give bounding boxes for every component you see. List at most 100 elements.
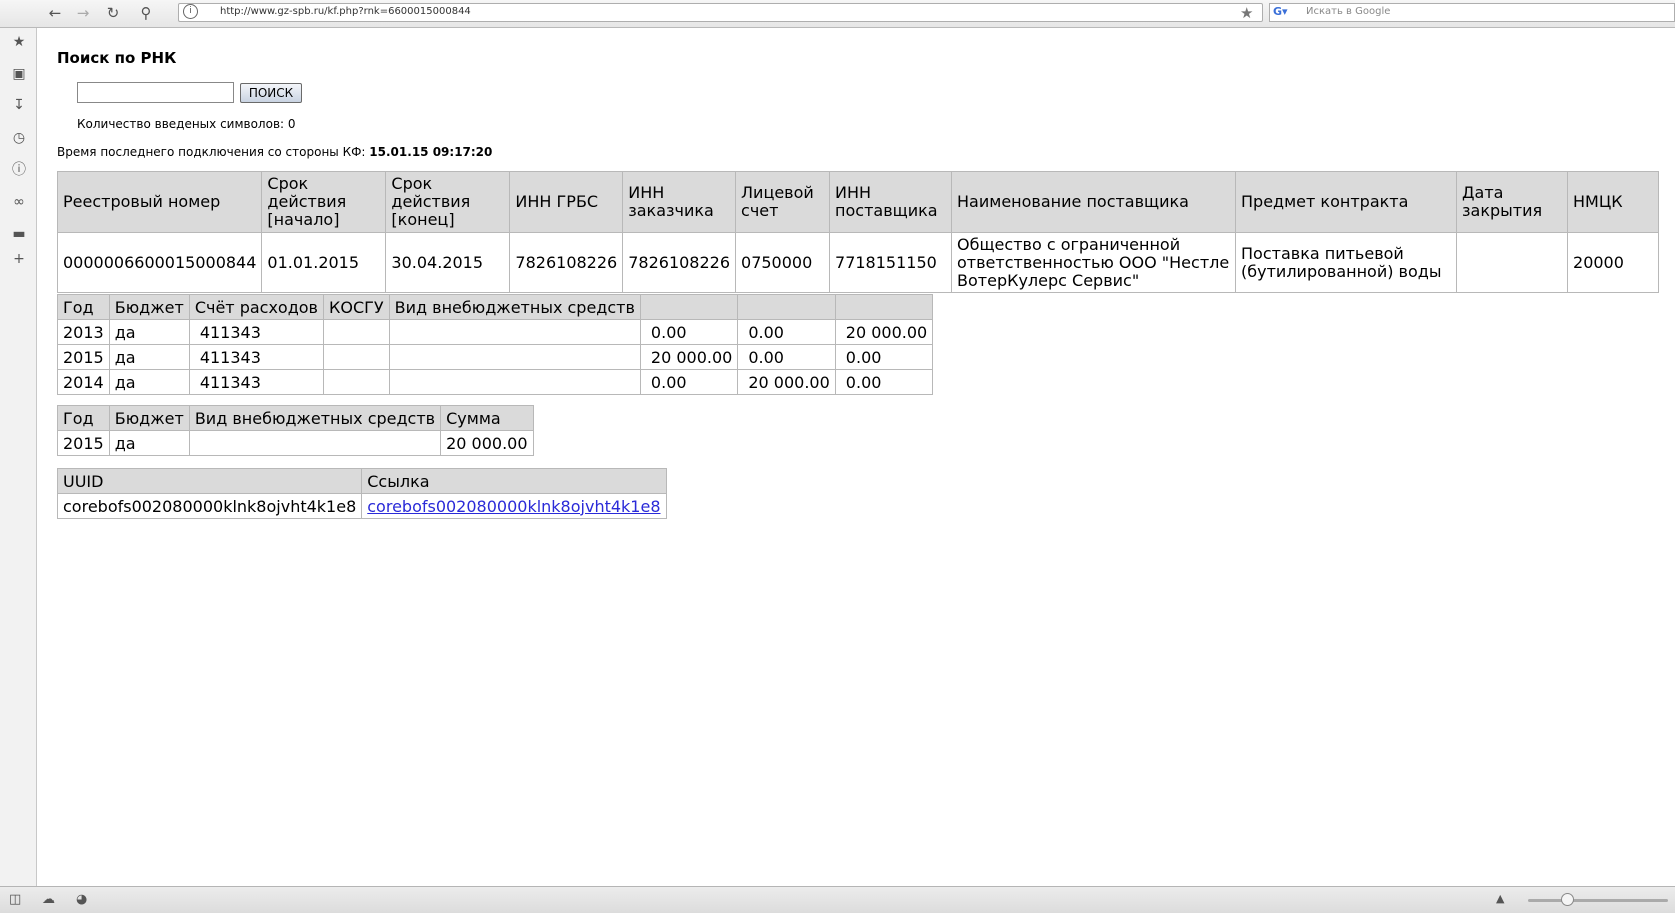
table-header-row: Год Бюджет Счёт расходов КОСГУ Вид внебю…	[57, 294, 934, 320]
table-cell: да	[108, 430, 190, 456]
add-panel-icon[interactable]: +	[10, 250, 28, 268]
table-row: 2013 да 411343 0.00 0.00 20 000.00	[57, 319, 934, 345]
table-cell: 20 000.00	[834, 319, 934, 345]
page-title: Поиск по РНК	[57, 49, 177, 67]
char-count-text: Количество введеных символов: 0	[77, 117, 296, 131]
table-cell: 01.01.2015	[261, 232, 387, 293]
table-cell	[322, 319, 390, 345]
table-cell: 411343	[188, 369, 324, 395]
table-cell: 0.00	[639, 369, 739, 395]
rnk-search-input[interactable]	[77, 82, 234, 103]
table-cell: 0000006600015000844	[56, 232, 263, 293]
header-cell: НМЦК	[1567, 171, 1659, 233]
search-button[interactable]: ПОИСК	[240, 83, 302, 103]
table-cell	[188, 430, 442, 456]
panel-icon[interactable]: ▬	[10, 225, 28, 243]
header-cell: Срок действия [конец]	[385, 171, 511, 233]
header-cell	[639, 294, 739, 320]
header-cell: Год	[57, 405, 110, 431]
history-clock-icon[interactable]: ◷	[10, 129, 28, 147]
table-cell: 0.00	[737, 344, 836, 370]
google-search-engine-icon[interactable]: G▾	[1273, 5, 1288, 18]
table-cell: 411343	[188, 344, 324, 370]
back-arrow-icon[interactable]: ←	[45, 4, 65, 22]
last-connection-info: Время последнего подключения со стороны …	[57, 145, 492, 159]
table-cell: 0.00	[834, 344, 934, 370]
link-icon[interactable]: ∞	[10, 193, 28, 211]
table-cell: 7826108226	[509, 232, 624, 293]
header-cell: Год	[57, 294, 110, 320]
header-cell: КОСГУ	[322, 294, 390, 320]
table-cell: 20 000.00	[737, 369, 836, 395]
uuid-table: UUID Ссылка corebofs002080000klnk8ojvht4…	[56, 468, 667, 519]
header-cell: UUID	[56, 468, 363, 494]
key-icon[interactable]: ⚲	[133, 4, 159, 22]
bookmark-star-icon[interactable]: ★	[1240, 4, 1253, 22]
header-cell: ИНН поставщика	[829, 171, 953, 233]
downloads-icon[interactable]: ↧	[10, 96, 28, 114]
table-cell: 2015	[57, 430, 110, 456]
header-cell: Дата закрытия	[1456, 171, 1569, 233]
forward-arrow-icon[interactable]: →	[73, 4, 93, 22]
table-cell: Поставка питьевой (бутилированной) воды	[1235, 232, 1458, 293]
table-cell	[388, 344, 641, 370]
last-connection-value: 15.01.15 09:17:20	[369, 145, 493, 159]
table-cell: 20 000.00	[440, 430, 534, 456]
header-cell	[737, 294, 836, 320]
info-icon[interactable]: ⓘ	[10, 161, 28, 179]
header-cell: Реестровый номер	[56, 171, 263, 233]
table-cell	[1456, 232, 1569, 293]
header-cell: ИНН ГРБС	[509, 171, 624, 233]
cloud-sync-icon[interactable]: ☁	[42, 892, 55, 907]
header-cell: Бюджет	[108, 294, 190, 320]
header-cell: Сумма	[440, 405, 534, 431]
table-header-row: Реестровый номер Срок действия [начало] …	[56, 171, 1659, 233]
table-row: 2015 да 411343 20 000.00 0.00 0.00	[57, 344, 934, 370]
header-cell	[834, 294, 934, 320]
header-cell: Бюджет	[108, 405, 190, 431]
address-bar-url[interactable]: http://www.gz-spb.ru/kf.php?rnk=66000150…	[220, 6, 471, 17]
speed-dial-icon[interactable]: ◕	[76, 892, 87, 907]
browser-toolbar: ← → ↻ ⚲ i http://www.gz-spb.ru/kf.php?rn…	[0, 0, 1675, 28]
panel-toggle-icon[interactable]: ◫	[9, 892, 21, 907]
budget-table: Год Бюджет Вид внебюджетных средств Сумм…	[57, 405, 534, 456]
last-connection-label: Время последнего подключения со стороны …	[57, 145, 366, 159]
uuid-link[interactable]: corebofs002080000klnk8ojvht4k1e8	[367, 497, 660, 516]
header-cell: Вид внебюджетных средств	[388, 294, 641, 320]
header-cell: Ссылка	[361, 468, 667, 494]
contract-table: Реестровый номер Срок действия [начало] …	[56, 171, 1659, 293]
page-content: Поиск по РНК ПОИСК Количество введеных с…	[37, 28, 1675, 886]
header-cell: Счёт расходов	[188, 294, 324, 320]
zoom-slider-track[interactable]	[1528, 899, 1668, 902]
table-row: 0000006600015000844 01.01.2015 30.04.201…	[56, 232, 1659, 293]
browser-statusbar: ◫ ☁ ◕ ▲	[0, 886, 1675, 913]
table-cell: да	[108, 319, 190, 345]
table-header-row: UUID Ссылка	[56, 468, 667, 494]
header-cell: Срок действия [начало]	[261, 171, 387, 233]
site-info-icon[interactable]: i	[183, 4, 198, 19]
table-cell: Общество с ограниченной ответственностью…	[951, 232, 1237, 293]
table-row: corebofs002080000klnk8ojvht4k1e8 corebof…	[56, 493, 667, 519]
table-cell	[322, 369, 390, 395]
header-cell: Предмет контракта	[1235, 171, 1458, 233]
notes-icon[interactable]: ▣	[10, 65, 28, 83]
reload-icon[interactable]: ↻	[103, 4, 123, 22]
zoom-menu-icon[interactable]: ▲	[1496, 892, 1504, 905]
table-header-row: Год Бюджет Вид внебюджетных средств Сумм…	[57, 405, 534, 431]
table-cell	[388, 369, 641, 395]
table-cell	[388, 319, 641, 345]
table-cell: 2015	[57, 344, 110, 370]
table-row: 2015 да 20 000.00	[57, 430, 534, 456]
table-cell: 0.00	[737, 319, 836, 345]
table-cell: 2014	[57, 369, 110, 395]
zoom-slider-handle[interactable]	[1561, 893, 1574, 906]
table-cell: 7826108226	[622, 232, 737, 293]
star-icon[interactable]: ★	[10, 33, 28, 51]
table-cell: да	[108, 369, 190, 395]
header-cell: Вид внебюджетных средств	[188, 405, 442, 431]
table-cell: corebofs002080000klnk8ojvht4k1e8	[361, 493, 667, 519]
web-search-placeholder[interactable]: Искать в Google	[1306, 6, 1390, 17]
browser-sidebar: ★ ▣ ↧ ◷ ⓘ ∞ ▬ +	[0, 28, 37, 886]
table-cell: corebofs002080000klnk8ojvht4k1e8	[56, 493, 363, 519]
table-cell: 30.04.2015	[385, 232, 511, 293]
